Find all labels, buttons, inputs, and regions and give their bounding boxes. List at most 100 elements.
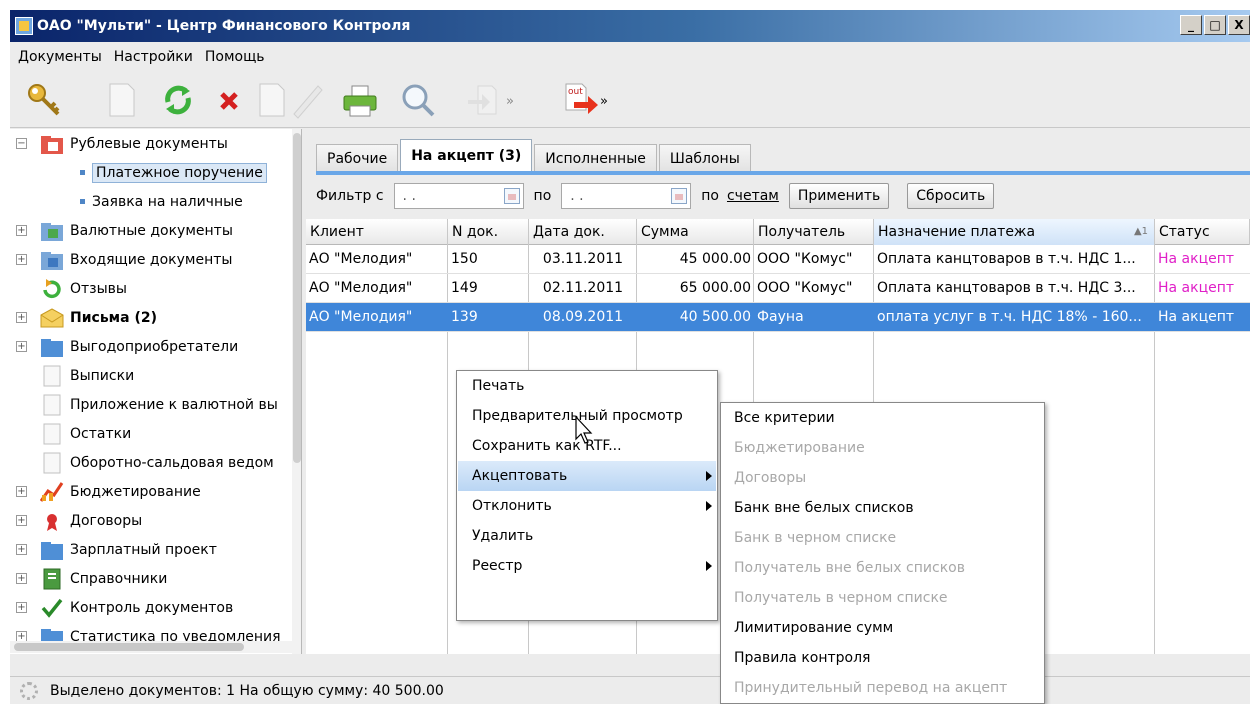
- submenu-arrow-icon: [706, 471, 712, 481]
- filter-by-label: по: [701, 188, 719, 204]
- window-controls: _ □ X: [1180, 15, 1250, 35]
- expand-icon[interactable]: +: [16, 486, 27, 497]
- edit-icon[interactable]: [288, 80, 328, 120]
- tab-underline: [316, 171, 1250, 175]
- chevron-down-icon[interactable]: »: [506, 94, 514, 109]
- printer-icon[interactable]: [340, 80, 380, 120]
- magnifier-icon[interactable]: [398, 80, 438, 120]
- tree-item-label: Отзывы: [70, 280, 127, 297]
- expand-icon[interactable]: +: [16, 312, 27, 323]
- collapse-icon[interactable]: −: [16, 138, 27, 149]
- key-icon[interactable]: [24, 80, 64, 120]
- chevron-down-icon[interactable]: »: [600, 94, 608, 109]
- tree-item-directories[interactable]: + Справочники: [10, 564, 301, 593]
- tree-item-salary-project[interactable]: + Зарплатный проект: [10, 535, 301, 564]
- maximize-button[interactable]: □: [1204, 15, 1226, 35]
- close-button[interactable]: X: [1228, 15, 1250, 35]
- expand-icon[interactable]: +: [16, 341, 27, 352]
- accept-submenu: Все критерии Бюджетирование Договоры Бан…: [720, 402, 1045, 704]
- tree-item-label: Валютные документы: [70, 222, 233, 239]
- window-title: ОАО "Мульти" - Центр Финансового Контрол…: [37, 18, 411, 34]
- calendar-icon[interactable]: [503, 188, 520, 204]
- submenu-item-forced-acceptance: Принудительный перевод на акцепт: [734, 680, 1008, 696]
- date-to-field[interactable]: . .: [561, 183, 692, 209]
- new-document-icon[interactable]: [102, 80, 142, 120]
- menu-documents[interactable]: Документы: [18, 49, 102, 65]
- tab-working[interactable]: Рабочие: [316, 144, 399, 172]
- bullet-icon: [80, 170, 85, 175]
- ruble-folder-icon: [41, 135, 63, 154]
- tree-item-ruble-documents[interactable]: − Рублевые документы: [10, 129, 301, 158]
- tree-item-beneficiaries[interactable]: + Выгодоприобретатели: [10, 332, 301, 361]
- tree-item-label: Письма (2): [70, 309, 157, 326]
- expand-icon[interactable]: +: [16, 544, 27, 555]
- tree-item-cash-request[interactable]: Заявка на наличные: [10, 187, 301, 216]
- menu-settings[interactable]: Настройки: [114, 49, 193, 65]
- expand-icon[interactable]: +: [16, 225, 27, 236]
- document-icon: [43, 394, 61, 415]
- column-doc-number[interactable]: N док.: [448, 219, 529, 245]
- tree-horizontal-scrollbar[interactable]: [10, 641, 292, 653]
- submenu-item-bank-not-whitelisted[interactable]: Банк вне белых списков: [722, 493, 1044, 524]
- tree-item-budgeting[interactable]: + Бюджетирование: [10, 477, 301, 506]
- menu-item-print[interactable]: Печать: [458, 371, 716, 401]
- reset-button[interactable]: Сбросить: [907, 183, 995, 209]
- context-menu: Печать Предварительный просмотр Сохранит…: [456, 370, 718, 621]
- column-payment-purpose[interactable]: Назначение платежа ▲1: [874, 219, 1155, 245]
- accounts-link[interactable]: счетам: [727, 188, 779, 204]
- tab-executed[interactable]: Исполненные: [534, 144, 657, 172]
- import-icon[interactable]: [464, 80, 504, 120]
- column-doc-date[interactable]: Дата док.: [529, 219, 637, 245]
- tree-item-letters[interactable]: + Письма (2): [10, 303, 301, 332]
- table-row-selected[interactable]: АО "Мелодия" 139 08.09.2011 40 500.00 Фа…: [306, 303, 1250, 332]
- document-icon[interactable]: [252, 80, 292, 120]
- tree-item-payment-order[interactable]: Платежное поручение: [10, 158, 301, 187]
- menu-help[interactable]: Помощь: [205, 49, 265, 65]
- expand-icon[interactable]: +: [16, 254, 27, 265]
- column-client[interactable]: Клиент: [306, 219, 448, 245]
- menu-item-registry[interactable]: Реестр: [458, 551, 716, 581]
- submenu-item-recipient-not-whitelisted: Получатель вне белых списков: [734, 560, 965, 576]
- column-amount[interactable]: Сумма: [637, 219, 754, 245]
- menu-item-reject[interactable]: Отклонить: [458, 491, 716, 521]
- tree-item-incoming-documents[interactable]: + Входящие документы: [10, 245, 301, 274]
- tree-item-currency-documents[interactable]: + Валютные документы: [10, 216, 301, 245]
- menu-item-delete[interactable]: Удалить: [458, 521, 716, 551]
- tab-for-acceptance[interactable]: На акцепт (3): [400, 139, 533, 172]
- tree-item-turnover-statement[interactable]: Оборотно-сальдовая ведом: [10, 448, 301, 477]
- tree-item-statements[interactable]: Выписки: [10, 361, 301, 390]
- status-badge: На акцепт: [1158, 251, 1235, 267]
- expand-icon[interactable]: +: [16, 515, 27, 526]
- export-out-icon[interactable]: out: [560, 80, 600, 120]
- tree-item-recalls[interactable]: Отзывы: [10, 274, 301, 303]
- tree-item-label: Выгодоприобретатели: [70, 338, 239, 355]
- tab-templates[interactable]: Шаблоны: [658, 144, 751, 172]
- tree-item-balances[interactable]: Остатки: [10, 419, 301, 448]
- tree-item-label: Платежное поручение: [92, 162, 267, 183]
- sort-ascending-icon: ▲1: [1133, 226, 1148, 237]
- folder-blue-icon: [41, 338, 63, 357]
- title-bar: ОАО "Мульти" - Центр Финансового Контрол…: [10, 10, 1250, 42]
- column-status[interactable]: Статус: [1155, 219, 1250, 245]
- tree-item-label: Оборотно-сальдовая ведом: [70, 454, 274, 471]
- tree-item-contracts[interactable]: + Договоры: [10, 506, 301, 535]
- submenu-item-all-criteria[interactable]: Все критерии: [722, 403, 1044, 434]
- apply-button[interactable]: Применить: [788, 183, 890, 209]
- tree-item-document-control[interactable]: + Контроль документов: [10, 593, 301, 622]
- column-recipient[interactable]: Получатель: [754, 219, 874, 245]
- delete-icon[interactable]: [210, 80, 250, 120]
- refresh-icon[interactable]: [158, 80, 198, 120]
- submenu-item-amount-limits[interactable]: Лимитирование сумм: [722, 613, 1044, 644]
- minimize-button[interactable]: _: [1180, 15, 1202, 35]
- tree-item-currency-appendix[interactable]: Приложение к валютной вы: [10, 390, 301, 419]
- table-row[interactable]: АО "Мелодия" 149 02.11.2011 65 000.00 ОО…: [306, 274, 1250, 303]
- submenu-item-control-rules[interactable]: Правила контроля: [722, 643, 1044, 674]
- tree-vertical-scrollbar[interactable]: [292, 129, 301, 654]
- table-row[interactable]: АО "Мелодия" 150 03.11.2011 45 000.00 ОО…: [306, 245, 1250, 274]
- date-from-field[interactable]: . .: [393, 183, 524, 209]
- expand-icon[interactable]: +: [16, 602, 27, 613]
- menu-item-accept[interactable]: Акцептовать: [458, 461, 716, 491]
- tree-item-label: Договоры: [70, 512, 143, 529]
- expand-icon[interactable]: +: [16, 573, 27, 584]
- calendar-icon[interactable]: [671, 188, 688, 204]
